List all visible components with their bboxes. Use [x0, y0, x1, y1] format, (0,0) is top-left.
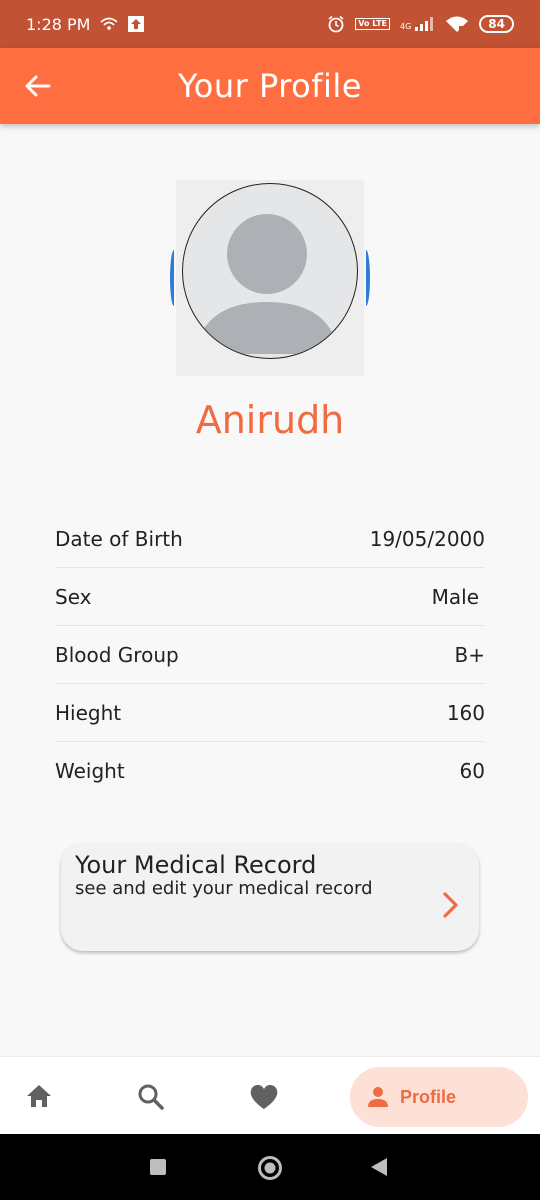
loading-arc-left — [170, 250, 178, 306]
user-name: Anirudh — [195, 398, 345, 442]
detail-row-weight: Weight 60 — [55, 742, 485, 800]
system-navigation-bar — [0, 1134, 540, 1200]
person-placeholder-icon — [195, 214, 339, 354]
detail-value: Male — [431, 584, 479, 609]
detail-label: Date of Birth — [55, 526, 183, 551]
recents-icon[interactable] — [149, 1158, 167, 1176]
back-triangle-icon[interactable] — [370, 1157, 388, 1177]
detail-label: Sex — [55, 584, 92, 609]
medical-record-subtitle: see and edit your medical record — [75, 878, 373, 899]
detail-value: B+ — [454, 642, 485, 667]
home-circle-icon[interactable] — [257, 1155, 283, 1181]
wifi-icon — [446, 16, 469, 32]
back-button[interactable] — [22, 70, 54, 102]
detail-label: Blood Group — [55, 642, 179, 667]
battery-indicator: 84 — [479, 15, 514, 33]
network-type: 4G — [400, 22, 412, 31]
volte-badge: Vo LTE — [355, 18, 390, 30]
signal-icon: 4G — [400, 17, 435, 31]
detail-value: 19/05/2000 — [369, 526, 485, 551]
detail-value: 60 — [459, 759, 485, 783]
arrow-left-icon — [25, 75, 51, 97]
detail-label: Hieght — [55, 700, 122, 725]
profile-details: Date of Birth 19/05/2000 Sex Male Blood … — [55, 510, 485, 800]
search-icon[interactable] — [137, 1083, 165, 1111]
detail-label: Weight — [55, 759, 125, 783]
loading-arc-right — [362, 250, 370, 306]
medical-record-title: Your Medical Record — [75, 851, 317, 879]
detail-row-height: Hieght 160 — [55, 684, 485, 742]
avatar[interactable] — [182, 183, 358, 359]
page-title: Your Profile — [178, 67, 362, 105]
wifi-hotspot-icon — [100, 17, 119, 30]
person-icon — [368, 1087, 388, 1107]
alarm-icon — [328, 15, 344, 33]
nav-profile-tab[interactable]: Profile — [350, 1067, 528, 1127]
heart-icon[interactable] — [249, 1083, 279, 1111]
home-icon[interactable] — [25, 1083, 53, 1109]
upload-icon — [128, 16, 145, 32]
status-bar: 1:28 PM Vo LTE 4G 84 — [0, 0, 540, 48]
medical-record-card[interactable]: Your Medical Record see and edit your me… — [61, 843, 479, 951]
nav-profile-label: Profile — [400, 1086, 457, 1107]
bottom-navigation: Profile — [0, 1056, 540, 1134]
detail-value: 160 — [446, 700, 485, 725]
detail-row-sex: Sex Male — [55, 568, 485, 626]
detail-row-blood-group: Blood Group B+ — [55, 626, 485, 684]
status-time: 1:28 PM — [26, 14, 91, 34]
detail-row-dob: Date of Birth 19/05/2000 — [55, 510, 485, 568]
app-bar: Your Profile — [0, 48, 540, 124]
chevron-right-icon — [443, 892, 458, 918]
